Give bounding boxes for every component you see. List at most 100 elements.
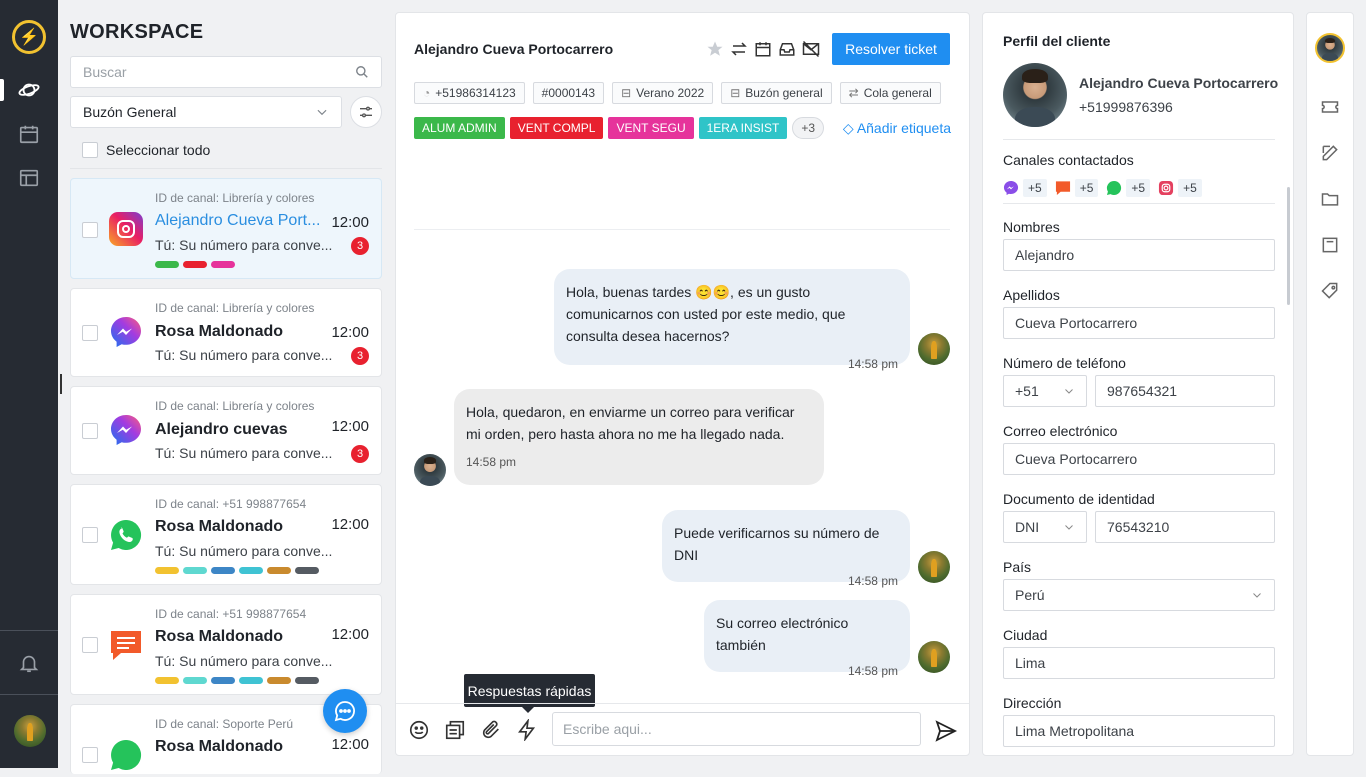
channel-count[interactable]: +5 — [1106, 179, 1151, 197]
queue-pill[interactable]: ⇄ Cola general — [839, 82, 941, 104]
inbox-icon[interactable] — [778, 40, 796, 58]
messenger-icon — [109, 315, 143, 349]
tag-icon[interactable] — [1320, 281, 1340, 301]
edit-icon[interactable] — [1320, 143, 1340, 163]
conversation-checkbox[interactable] — [82, 637, 98, 653]
divider — [1003, 139, 1275, 140]
emoji-icon[interactable] — [408, 719, 430, 741]
paperclip-icon[interactable] — [480, 719, 502, 741]
calendar-icon[interactable] — [754, 40, 772, 58]
conversation-item[interactable]: ID de canal: Librería y colores Alejandr… — [70, 178, 382, 279]
app-logo-bolt-icon[interactable]: ⚡ — [12, 20, 46, 54]
channel-count-value: +5 — [1023, 179, 1047, 197]
conversation-checkbox[interactable] — [82, 325, 98, 341]
search-input[interactable]: Buscar — [70, 56, 382, 88]
ticket-icon[interactable] — [1320, 97, 1340, 117]
city-field[interactable]: Lima — [1003, 647, 1275, 679]
user-avatar[interactable] — [14, 715, 46, 747]
country-select[interactable]: Perú — [1003, 579, 1275, 611]
conversation-item[interactable]: ID de canal: Librería y colores Alejandr… — [70, 386, 382, 475]
first-name-field[interactable]: Alejandro — [1003, 239, 1275, 271]
email-field[interactable]: Cueva Portocarrero — [1003, 443, 1275, 475]
filter-button[interactable] — [350, 96, 382, 128]
conversation-item[interactable]: ID de canal: Librería y colores Rosa Mal… — [70, 288, 382, 377]
country-value: Perú — [1015, 587, 1045, 603]
conversation-checkbox[interactable] — [82, 527, 98, 543]
layout-icon[interactable] — [17, 166, 41, 190]
ticket-number-pill[interactable]: #0000143 — [532, 82, 605, 104]
label-chip[interactable]: VENT COMPL — [509, 117, 604, 139]
conversation-checkbox[interactable] — [82, 222, 98, 238]
message-preview: Tú: Su número para conve... — [155, 445, 333, 461]
message-text: Puede verificarnos su número de DNI — [674, 525, 880, 563]
select-all-checkbox[interactable] — [82, 142, 98, 158]
sms-icon — [1055, 181, 1070, 196]
label-chip[interactable]: VENT SEGU — [608, 117, 694, 139]
phone-code-select[interactable]: +51 — [1003, 375, 1087, 407]
divider — [414, 229, 950, 230]
label-chip[interactable]: 1ERA INSIST — [698, 117, 788, 139]
conversation-item[interactable]: ID de canal: +51 998877654 Rosa Maldonad… — [70, 594, 382, 695]
channel-count[interactable]: +5 — [1003, 179, 1047, 197]
add-tag-link[interactable]: ◇ Añadir etiqueta — [843, 120, 951, 137]
chat-panel: Alejandro Cueva Portocarrero Resolver ti… — [395, 12, 970, 756]
new-chat-button[interactable] — [323, 689, 367, 733]
channel-count[interactable]: +5 — [1158, 179, 1202, 197]
phone-number-field[interactable]: 987654321 — [1095, 375, 1275, 407]
tag-chip — [211, 261, 235, 268]
ticket-labels: ALUM ADMIN VENT COMPL VENT SEGU 1ERA INS… — [414, 117, 825, 139]
tag-strip — [155, 261, 235, 268]
templates-icon[interactable] — [444, 719, 466, 741]
pill-text: Buzón general — [745, 86, 823, 100]
document-type-select[interactable]: DNI — [1003, 511, 1087, 543]
customer-profile-panel: Perfil del cliente Alejandro Cueva Porto… — [982, 12, 1294, 756]
campaign-pill[interactable]: ⊟ Verano 2022 — [612, 82, 714, 104]
chevron-down-icon — [1065, 389, 1073, 394]
unread-badge: 3 — [351, 237, 369, 255]
channel-count[interactable]: +5 — [1055, 179, 1099, 197]
message-bubble-outgoing: Puede verificarnos su número de DNI 14:5… — [662, 510, 910, 588]
send-icon[interactable] — [934, 719, 958, 743]
mailbox-pill[interactable]: ⊟ Buzón general — [721, 82, 832, 104]
country-label: País — [1003, 559, 1032, 575]
label-chip[interactable]: ALUM ADMIN — [414, 117, 505, 139]
message-time: 14:58 pm — [847, 357, 898, 371]
chevron-down-icon — [1253, 593, 1261, 598]
chat-actions — [706, 40, 820, 58]
message-bubble-outgoing: Su correo electrónico también 14:58 pm — [704, 600, 910, 678]
conversation-checkbox[interactable] — [82, 423, 98, 439]
select-all-label: Seleccionar todo — [106, 142, 211, 158]
last-name-field[interactable]: Cueva Portocarrero — [1003, 307, 1275, 339]
resolve-ticket-button[interactable]: Resolver ticket — [832, 33, 950, 65]
profile-scrollbar[interactable] — [1287, 187, 1290, 305]
chevron-down-icon — [317, 109, 327, 116]
message-bubble-outgoing: Hola, buenas tardes 😊😊, es un gusto comu… — [554, 269, 910, 371]
transfer-icon[interactable] — [730, 40, 748, 58]
chevron-down-icon — [1065, 525, 1073, 530]
mail-off-icon[interactable] — [802, 40, 820, 58]
agent-avatar — [918, 333, 950, 365]
right-toolbar — [1306, 12, 1354, 756]
folder-icon[interactable] — [1320, 189, 1340, 209]
address-field[interactable]: Lima Metropolitana — [1003, 715, 1275, 747]
conversation-item[interactable]: ID de canal: +51 998877654 Rosa Maldonad… — [70, 484, 382, 585]
bell-icon[interactable] — [17, 651, 41, 675]
message-input-placeholder: Escribe aqui... — [563, 721, 652, 737]
phone-pill[interactable]: ◔ +51986314123 — [414, 82, 525, 104]
lightning-icon[interactable] — [516, 719, 538, 741]
conversation-checkbox[interactable] — [82, 747, 98, 763]
contact-avatar[interactable] — [1315, 33, 1345, 63]
planet-icon[interactable] — [17, 78, 41, 102]
select-all[interactable]: Seleccionar todo — [82, 142, 210, 158]
document-number-field[interactable]: 76543210 — [1095, 511, 1275, 543]
message-input[interactable]: Escribe aqui... — [552, 712, 921, 746]
mailbox-select[interactable]: Buzón General — [70, 96, 342, 128]
city-label: Ciudad — [1003, 627, 1048, 643]
agent-avatar — [918, 641, 950, 673]
star-icon[interactable] — [706, 40, 724, 58]
more-labels-chip[interactable]: +3 — [792, 117, 825, 139]
archive-icon[interactable] — [1320, 235, 1340, 255]
channel-id: ID de canal: Librería y colores — [155, 399, 315, 413]
messenger-icon — [1003, 180, 1019, 196]
calendar-icon[interactable] — [17, 122, 41, 146]
